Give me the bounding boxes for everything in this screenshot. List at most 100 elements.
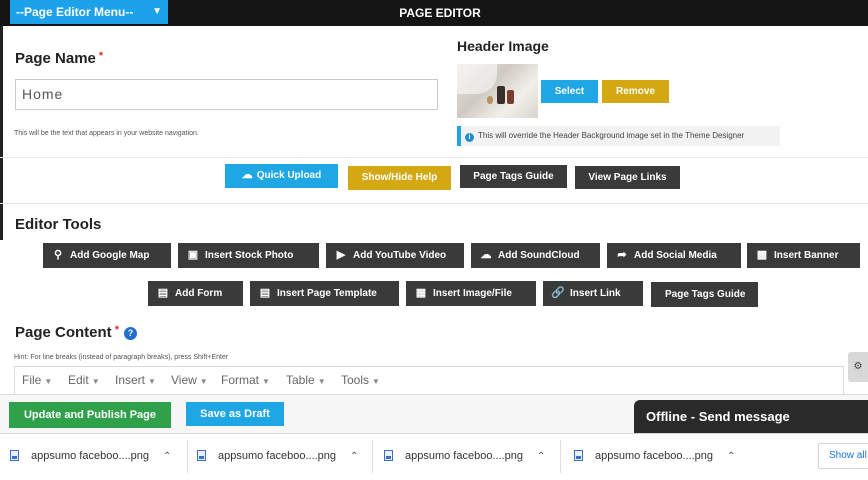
download-item[interactable]: appsumo faceboo....png ⌃	[197, 446, 358, 466]
tool-label: Add YouTube Video	[353, 250, 447, 261]
chevron-up-icon[interactable]: ⌃	[350, 451, 358, 462]
menu-dropdown-label: --Page Editor Menu--	[16, 5, 134, 19]
menu-insert[interactable]: Insert ▼	[115, 373, 156, 387]
header-image-info: i This will override the Header Backgroun…	[457, 126, 780, 146]
download-filename: appsumo faceboo....png	[218, 450, 337, 462]
quick-upload-label: Quick Upload	[256, 170, 322, 181]
menu-tools[interactable]: Tools ▼	[341, 373, 380, 387]
chevron-up-icon[interactable]: ⌃	[163, 451, 171, 462]
required-mark: *	[98, 50, 104, 62]
link-icon: 🔗	[551, 287, 565, 299]
header-image-info-text: This will override the Header Background…	[478, 131, 745, 140]
tool-label: Insert Image/File	[433, 288, 512, 299]
banner-icon: ▩	[756, 249, 768, 261]
soundcloud-icon: ☁	[480, 249, 492, 261]
menu-label: Tools	[341, 373, 370, 387]
line-break-hint: Hint: For line breaks (instead of paragr…	[14, 354, 229, 361]
form-icon: ▤	[157, 287, 169, 299]
side-panel-toggle[interactable]: ⚙	[848, 352, 868, 382]
caret-down-icon: ▼	[148, 377, 156, 386]
menu-format[interactable]: Format ▼	[221, 373, 270, 387]
view-page-links-button[interactable]: View Page Links	[575, 166, 680, 189]
settings-icon: ⚙	[853, 361, 863, 372]
chevron-up-icon[interactable]: ⌃	[537, 451, 545, 462]
tool-label: Insert Banner	[774, 250, 839, 261]
page-name-input[interactable]: Home	[15, 79, 438, 110]
caret-down-icon: ▼	[317, 377, 326, 386]
show-hide-help-button[interactable]: Show/Hide Help	[348, 166, 451, 190]
caret-down-icon: ▼	[44, 377, 53, 386]
menu-label: Table	[286, 373, 315, 387]
tool-label: Insert Stock Photo	[205, 250, 294, 261]
top-bar: --Page Editor Menu-- ▼ PAGE EDITOR	[0, 0, 868, 26]
page-content-label: Page Content *?	[15, 324, 137, 341]
tool-label: Add Form	[175, 288, 223, 299]
caret-down-icon: ▼	[91, 377, 100, 386]
insert-link-button[interactable]: 🔗 Insert Link	[543, 281, 643, 306]
divider	[372, 440, 373, 473]
tool-label: Add Social Media	[634, 250, 717, 261]
page-title: PAGE EDITOR	[399, 6, 481, 20]
insert-page-template-button[interactable]: ▤ Insert Page Template	[250, 281, 399, 306]
tool-label: Insert Page Template	[277, 288, 377, 299]
divider	[0, 157, 868, 158]
add-soundcloud-button[interactable]: ☁ Add SoundCloud	[471, 243, 600, 268]
remove-image-button[interactable]: Remove	[602, 80, 669, 103]
update-publish-button[interactable]: Update and Publish Page	[9, 402, 171, 428]
offline-chat-widget[interactable]: Offline - Send message	[634, 400, 868, 433]
help-icon[interactable]: ?	[123, 327, 137, 340]
page-content-label-text: Page Content	[15, 324, 112, 341]
caret-down-icon: ▼	[199, 377, 208, 386]
download-item[interactable]: appsumo faceboo....png ⌃	[384, 446, 545, 466]
menu-view[interactable]: View ▼	[171, 373, 208, 387]
info-icon: i	[465, 133, 474, 142]
download-item[interactable]: appsumo faceboo....png ⌃	[574, 446, 735, 466]
quick-upload-button[interactable]: ☁ Quick Upload	[225, 164, 338, 188]
tool-label: Add SoundCloud	[498, 250, 580, 261]
chevron-up-icon[interactable]: ⌃	[727, 451, 735, 462]
show-all-downloads-button[interactable]: Show all	[818, 443, 868, 469]
header-image-thumbnail	[457, 64, 538, 118]
tool-label: Page Tags Guide	[665, 289, 746, 300]
required-mark: *	[114, 324, 119, 336]
save-draft-button[interactable]: Save as Draft	[186, 402, 284, 426]
page-tags-guide-tool-button[interactable]: Page Tags Guide	[651, 282, 758, 307]
page-name-label-text: Page Name	[15, 50, 96, 67]
page-name-hint: This will be the text that appears in yo…	[14, 130, 199, 137]
add-google-map-button[interactable]: ⚲ Add Google Map	[43, 243, 171, 268]
menu-file[interactable]: File ▼	[22, 373, 52, 387]
file-icon	[574, 450, 583, 461]
insert-stock-photo-button[interactable]: ▣ Insert Stock Photo	[178, 243, 319, 268]
page-name-label: Page Name *	[15, 50, 103, 67]
editor-menubar: File ▼ Edit ▼ Insert ▼ View ▼ Format ▼ Table ▼…	[14, 366, 844, 394]
menu-edit[interactable]: Edit ▼	[68, 373, 100, 387]
template-icon: ▤	[259, 287, 271, 299]
add-youtube-video-button[interactable]: ▶ Add YouTube Video	[326, 243, 464, 268]
menu-table[interactable]: Table ▼	[286, 373, 326, 387]
caret-down-icon: ▼	[262, 377, 270, 386]
divider	[187, 440, 188, 473]
page-tags-guide-button[interactable]: Page Tags Guide	[460, 165, 567, 188]
menu-label: Edit	[68, 373, 89, 387]
header-image-label: Header Image	[457, 38, 549, 54]
divider	[560, 440, 561, 473]
menu-label: File	[22, 373, 42, 387]
select-image-button[interactable]: Select	[541, 80, 598, 103]
editor-tools-label: Editor Tools	[15, 216, 102, 233]
add-social-media-button[interactable]: ➦ Add Social Media	[607, 243, 741, 268]
cloud-upload-icon: ☁	[241, 169, 253, 181]
share-icon: ➦	[617, 249, 627, 261]
file-icon	[10, 450, 19, 461]
add-form-button[interactable]: ▤ Add Form	[148, 281, 243, 306]
download-item[interactable]: appsumo faceboo....png ⌃	[10, 446, 171, 466]
page-editor-menu-dropdown[interactable]: --Page Editor Menu-- ▼	[10, 0, 168, 24]
file-icon	[197, 450, 206, 461]
divider	[0, 203, 868, 204]
insert-banner-button[interactable]: ▩ Insert Banner	[747, 243, 860, 268]
menu-label: Insert	[115, 373, 146, 387]
chevron-down-icon: ▼	[152, 6, 162, 17]
insert-image-file-button[interactable]: ▦ Insert Image/File	[406, 281, 536, 306]
tool-label: Insert Link	[570, 288, 621, 299]
caret-down-icon: ▼	[372, 377, 380, 386]
youtube-icon: ▶	[336, 249, 346, 261]
